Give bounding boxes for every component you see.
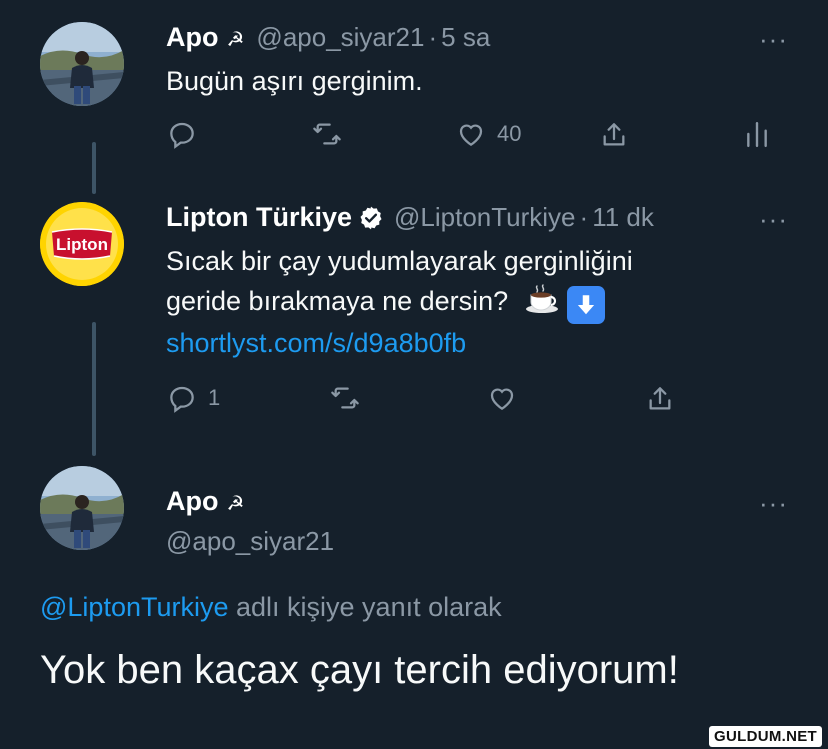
hammer-sickle-icon: ☭ <box>226 493 245 515</box>
tweet1-like-count: 40 <box>497 121 522 146</box>
reply-to-handle[interactable]: @LiptonTurkiye <box>40 592 229 622</box>
user-photo-avatar-icon <box>40 22 124 106</box>
tweet2-reply-count: 1 <box>208 385 221 410</box>
tweet1-reply-button[interactable] <box>166 118 198 150</box>
down-arrow-emoji-icon <box>567 286 606 324</box>
tweet1-analytics-button[interactable] <box>744 118 770 150</box>
retweet-icon <box>313 123 341 145</box>
tweet1-share-button[interactable] <box>598 118 630 152</box>
heart-icon <box>490 388 514 410</box>
watermark-logo: GULDUM.NET <box>709 726 822 747</box>
tweet3-author-name[interactable]: Apo <box>166 486 218 517</box>
tweet2-text-line2-row: geride bırakmaya ne dersin? <box>166 281 633 324</box>
lipton-logo-icon: Lipton <box>40 202 124 286</box>
tweet1-more-button[interactable]: ··· <box>759 26 788 52</box>
tweet2-retweet-button[interactable] <box>328 382 362 414</box>
tweet2-text-line1: Sıcak bir çay yudumlayarak gerginliğini <box>166 246 633 276</box>
tweet1-like-button[interactable]: 40 <box>455 118 521 150</box>
tweet2-like-button[interactable] <box>486 382 518 414</box>
reply-icon <box>170 122 194 149</box>
share-icon <box>649 387 671 410</box>
thread-line-2 <box>92 322 96 456</box>
tweet3-name-row: Apo ☭ <box>166 486 244 517</box>
tweet2-header: Lipton Türkiye @LiptonTurkiye · 11 dk <box>166 202 654 233</box>
tweet1-header: Apo ☭ @apo_siyar21 · 5 sa <box>166 22 490 53</box>
tweet2-more-button[interactable]: ··· <box>759 206 788 232</box>
apo-avatar-main[interactable] <box>40 466 124 550</box>
lipton-logo-text: Lipton <box>56 235 108 254</box>
reply-icon <box>170 386 194 413</box>
tweet2-separator: · <box>579 202 589 232</box>
lipton-avatar[interactable]: Lipton <box>40 202 124 286</box>
apo-avatar[interactable] <box>40 22 124 106</box>
tweet2-text: Sıcak bir çay yudumlayarak gerginliğini … <box>166 242 633 363</box>
analytics-icon <box>747 121 767 148</box>
tweet1-text: Bugün aşırı gerginim. <box>166 66 423 96</box>
share-icon <box>603 123 625 146</box>
tweet1-author-name[interactable]: Apo <box>166 22 218 53</box>
retweet-icon <box>331 387 359 409</box>
tweet2-link[interactable]: shortlyst.com/s/d9a8b0fb <box>166 324 633 363</box>
tweet2-author-name[interactable]: Lipton Türkiye <box>166 202 352 233</box>
thread-line-1 <box>92 142 96 194</box>
tweet1-separator: · <box>428 22 438 52</box>
reply-to-suffix: adlı kişiye yanıt olarak <box>228 592 502 622</box>
tweet3-more-button[interactable]: ··· <box>759 490 788 516</box>
hammer-sickle-icon: ☭ <box>226 29 245 51</box>
tweet2-reply-button[interactable]: 1 <box>166 382 220 414</box>
tweet2-time[interactable]: 11 dk <box>592 202 654 233</box>
tweet1-time[interactable]: 5 sa <box>441 22 490 53</box>
tweet2-text-line2: geride bırakmaya ne dersin? <box>166 286 509 316</box>
replying-to: @LiptonTurkiye adlı kişiye yanıt olarak <box>40 592 502 623</box>
user-photo-avatar-icon <box>40 466 124 550</box>
heart-icon <box>459 124 483 146</box>
tweet2-handle[interactable]: @LiptonTurkiye <box>394 202 576 233</box>
tweet3-handle[interactable]: @apo_siyar21 <box>166 526 334 557</box>
tweet2-share-button[interactable] <box>644 382 676 416</box>
tweet3-text: Yok ben kaçax çayı tercih ediyorum! <box>40 648 679 692</box>
tweet1-retweet-button[interactable] <box>310 118 344 150</box>
hot-beverage-emoji-icon <box>524 281 560 317</box>
verified-badge-icon <box>360 206 382 229</box>
tweet1-handle[interactable]: @apo_siyar21 <box>256 22 424 53</box>
